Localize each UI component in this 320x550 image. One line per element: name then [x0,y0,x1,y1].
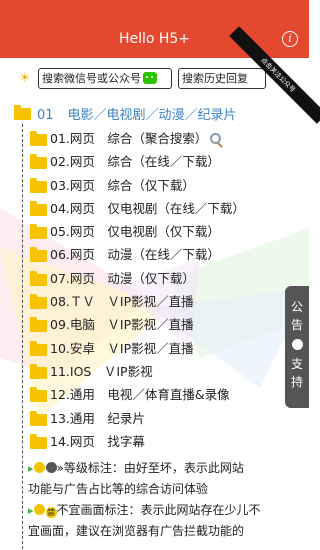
list-item-label: 01.网页 综合（聚合搜索） [50,131,222,147]
side-tab[interactable]: 公告 支持 [285,286,309,408]
folder-icon [30,270,47,286]
list-item-label: 07.网页 动漫（仅下载） [50,270,195,286]
note-line: ▸ »等级标注：由好至坏，表示此网站 [28,458,300,479]
list-item-label: 04.网页 仅电视剧（在线／下载） [50,200,245,216]
folder-icon [30,317,47,333]
yellow-circle-icon [33,462,45,473]
list-item-label: 02.网页 综合（在线／下载） [50,154,220,170]
legend-notes: ▸ »等级标注：由好至坏，表示此网站 功能与广告占比等的综合访问体验 ▸ 禁不宜画面… [28,458,300,542]
note-line: ▸ 禁不宜画面标注：表示此网站存在少儿不 [28,500,300,521]
info-icon[interactable]: i [282,31,298,47]
list-item-label: 05.网页 仅电视剧（仅下载） [50,224,220,240]
support-label: 支持 [290,357,303,389]
list-item-label: 12.通用 电视／体育直播&录像 [50,387,230,403]
sun-icon: ☀ [19,71,31,86]
folder-icon [30,154,47,170]
folder-icon [30,433,47,449]
yellow-circle-icon [33,504,45,515]
search-icon [210,133,222,144]
wechat-icon [143,72,157,84]
folder-icon [30,387,47,403]
announcement-label: 公告 [290,300,303,332]
folder-icon [30,294,47,310]
folder-icon [30,177,47,193]
search-history-button[interactable]: 搜索历史回复 [178,68,266,89]
list-item-label: 11.IOS ＶIP影视 [50,363,153,379]
page-title: Hello H5+ [118,31,191,47]
dot-icon [291,339,303,350]
search-official-account-button[interactable]: 搜索微信号或公众号 [38,68,172,89]
list-item-label: 08.ＴＶ ＶIP影视／直播 [50,294,194,310]
list-item-label: 03.网页 综合（仅下载） [50,177,195,193]
list-item-label: 06.网页 动漫（在线／下载） [50,247,220,263]
category-header[interactable]: 01 电影／电视剧／动漫／纪录片 [14,104,237,123]
folder-icon [14,105,31,120]
folder-icon [30,224,47,240]
list-item-label: 13.通用 纪录片 [50,410,145,426]
note-line: 功能与广告占比等的综合访问体验 [28,482,209,496]
folder-icon [30,363,47,379]
category-number: 01 [37,108,54,123]
list-item-label: 10.安卓 ＶIP影视／直播 [50,340,194,356]
black-circle-icon [45,462,57,473]
search-official-account-label: 搜索微信号或公众号 [42,72,141,85]
note-line: 宜画面，建议在浏览器有广告拦截功能的 [28,524,245,538]
list-item-label: 14.网页 找字幕 [50,433,145,449]
folder-icon [30,340,47,356]
megaphone-icon: ▸ [28,462,34,475]
category-label: 电影／电视剧／动漫／纪录片 [67,108,237,123]
folder-icon [30,247,47,263]
folder-icon [30,131,47,146]
prohibited-badge-icon: 禁 [45,507,57,518]
tree-guide-line [22,124,23,550]
megaphone-icon: ▸ [28,504,34,517]
folder-icon [30,410,47,426]
folder-icon [30,200,47,216]
list-item-label: 09.电脑 ＶIP影视／直播 [50,317,194,333]
